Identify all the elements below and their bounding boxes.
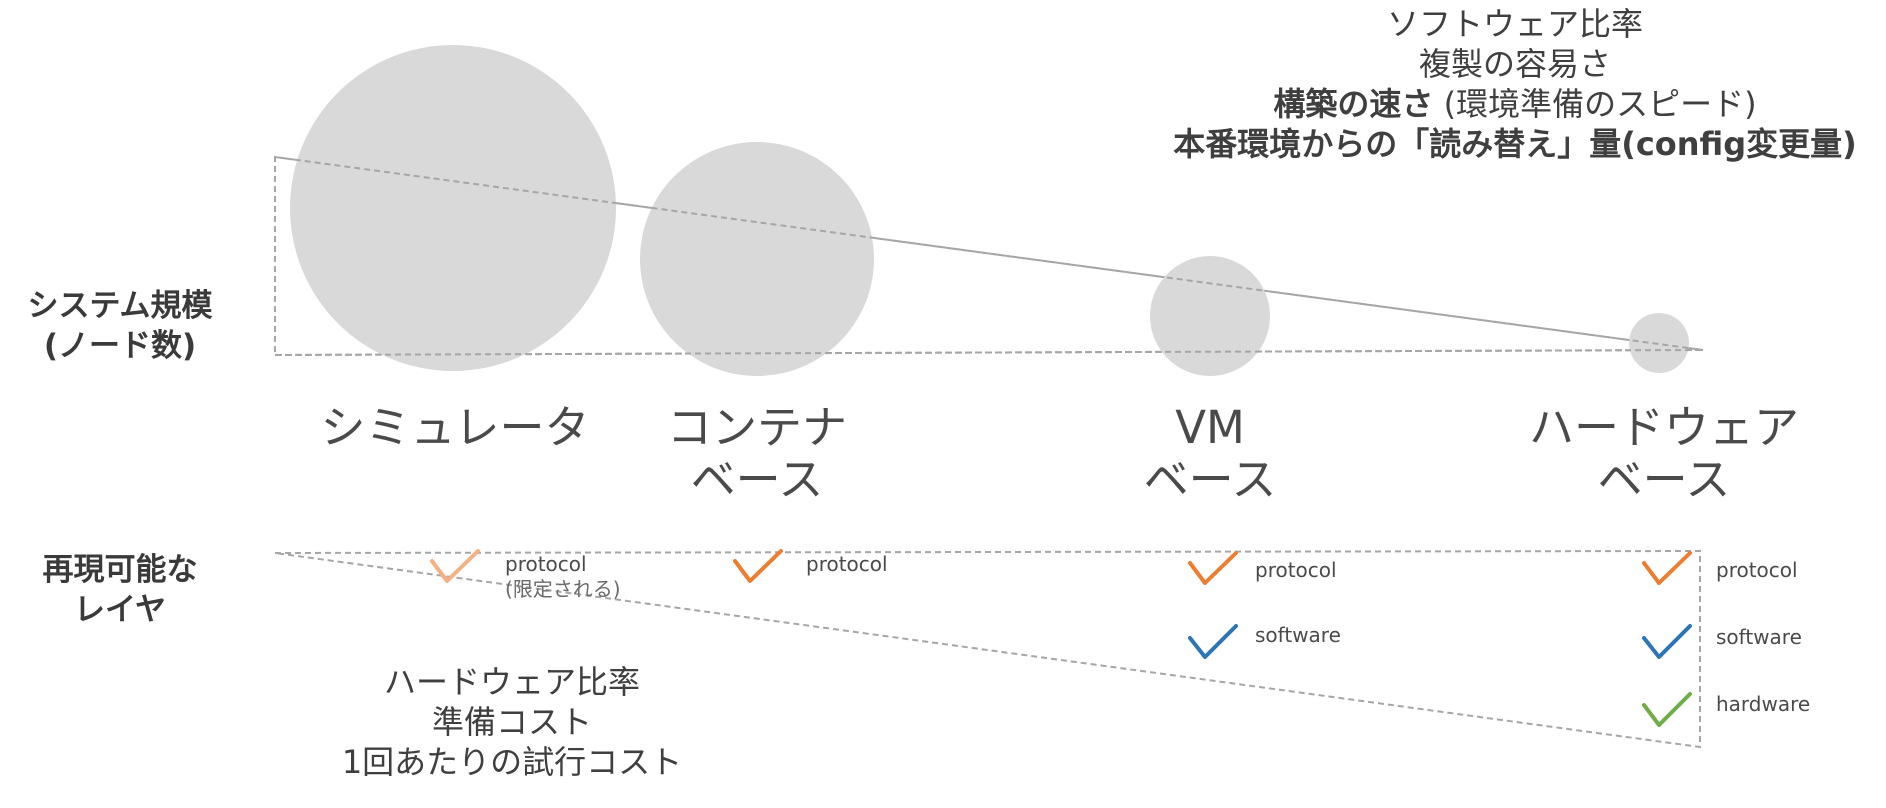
vm-protocol-label: protocol (1255, 558, 1337, 582)
top-note-software-ratio: ソフトウェア比率 (1386, 5, 1643, 43)
simulator-bubble (290, 45, 616, 371)
platform-container-line2: ベース (690, 453, 824, 506)
check-icon (733, 549, 783, 583)
bottom-note-hardware-ratio: ハードウェア比率 (383, 663, 640, 701)
top-note-build-speed: 構築の速さ (環境準備のスピード) (1173, 84, 1857, 124)
platform-vm-line1: VM (1175, 401, 1245, 454)
top-note-config-changes: 本番環境からの「読み替え」量(config変更量) (1173, 125, 1857, 163)
check-icon (430, 549, 480, 583)
hardware-hardware-label: hardware (1716, 692, 1811, 716)
bottom-note-per-trial-cost: 1回あたりの試行コスト (341, 743, 683, 781)
hardware-bubble (1629, 313, 1689, 373)
simulator-protocol-label: protocol (505, 552, 587, 576)
platform-simulator: シミュレータ (320, 402, 589, 454)
platform-container: コンテナ ベース (667, 402, 847, 506)
system-scale-label-line1: システム規模 (27, 288, 213, 324)
check-icon (1188, 551, 1238, 585)
top-note-build-speed-rest: (環境準備のスピード) (1433, 85, 1757, 123)
top-note-build-speed-bold: 構築の速さ (1273, 85, 1434, 123)
platform-container-line1: コンテナ (666, 401, 848, 454)
reproducible-layers-label: 再現可能な レイヤ (43, 550, 198, 630)
platform-vm-line2: ベース (1143, 453, 1277, 506)
bottom-note-preparation-cost: 準備コスト (431, 703, 592, 741)
check-icon (1642, 551, 1692, 585)
vm-bubble (1150, 256, 1270, 376)
platform-hardware: ハードウェア ベース (1529, 402, 1799, 506)
system-scale-label-line2: (ノード数) (43, 328, 197, 364)
platform-simulator-label: シミュレータ (320, 401, 590, 454)
bottom-notes: ハードウェア比率 準備コスト 1回あたりの試行コスト (342, 662, 682, 782)
hardware-software-label: software (1716, 625, 1802, 649)
container-bubble (640, 142, 874, 376)
check-icon (1642, 624, 1692, 659)
container-protocol-label: protocol (806, 552, 888, 576)
vm-software-label: software (1255, 623, 1341, 647)
simulator-protocol-note: (限定される) (505, 577, 621, 601)
top-note-ease-of-replication: 複製の容易さ (1418, 45, 1611, 83)
platform-vm: VM ベース (1144, 402, 1277, 506)
platform-hardware-line1: ハードウェア (1528, 401, 1800, 454)
hardware-protocol-label: protocol (1716, 558, 1798, 582)
check-icon (1188, 624, 1238, 659)
reproducible-layers-label-line1: 再現可能な (42, 552, 198, 588)
platform-hardware-line2: ベース (1597, 453, 1731, 506)
check-icon (1642, 692, 1692, 727)
system-scale-label: システム規模 (ノード数) (27, 286, 212, 366)
top-notes: ソフトウェア比率 複製の容易さ 構築の速さ (環境準備のスピード) 本番環境から… (1173, 4, 1857, 164)
reproducible-layers-label-line2: レイヤ (73, 592, 167, 628)
